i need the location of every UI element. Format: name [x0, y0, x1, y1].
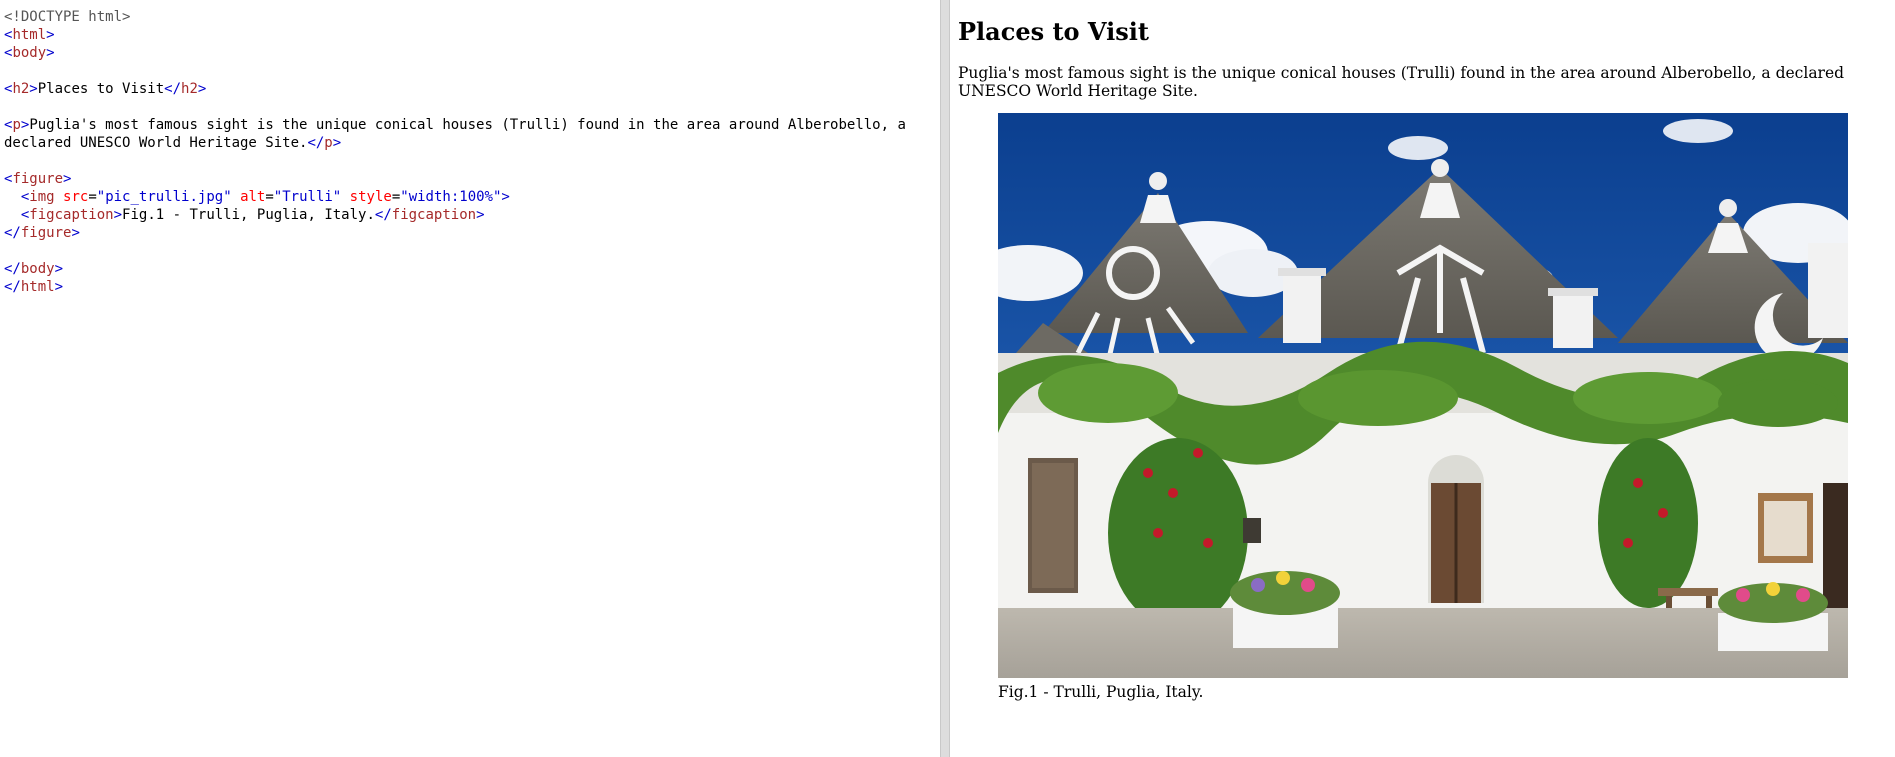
code-line: <h2>Places to Visit</h2>	[4, 80, 936, 98]
code-token-val: "Trulli"	[273, 189, 342, 205]
code-line: ​	[4, 62, 936, 80]
code-line: <figure>	[4, 170, 936, 188]
code-token-bracket: >	[54, 279, 64, 295]
code-token-tag: body	[20, 261, 55, 277]
panel-resize-handle[interactable]	[940, 0, 950, 757]
code-line: <img src="pic_trulli.jpg" alt="Trulli" s…	[4, 188, 936, 206]
code-line: <p>Puglia's most famous sight is the uni…	[4, 116, 936, 152]
code-token-bracket: >	[197, 81, 207, 97]
code-token-bracket: >	[501, 189, 510, 205]
code-line: <body>	[4, 44, 936, 62]
code-line: </body>	[4, 260, 936, 278]
code-line: ​	[4, 152, 936, 170]
code-token-bracket: >	[46, 45, 55, 61]
code-token-bracket: </	[307, 135, 325, 151]
code-token-tag: h2	[181, 81, 198, 97]
code-token-bracket: </	[4, 225, 21, 241]
code-token-bracket: </	[4, 279, 21, 295]
code-token-eq: =	[88, 189, 97, 205]
code-token-tag: body	[12, 45, 47, 61]
code-token-val: "width:100%"	[400, 189, 502, 205]
code-token-val: "pic_trulli.jpg"	[96, 189, 232, 205]
code-token-bracket: </	[374, 207, 392, 223]
code-token-bracket: >	[46, 27, 55, 43]
code-line: <html>	[4, 26, 936, 44]
code-token-bracket: >	[332, 135, 342, 151]
code-token-bracket: >	[71, 225, 80, 241]
code-token-bracket: >	[54, 261, 64, 277]
trulli-photo	[998, 113, 1848, 678]
code-token-attr: src	[63, 189, 89, 205]
code-line: ​	[4, 242, 936, 260]
code-token-text: Fig.1 - Trulli, Puglia, Italy.	[122, 207, 375, 223]
preview-paragraph: Puglia's most famous sight is the unique…	[958, 64, 1845, 100]
code-token-tag: figure	[12, 171, 64, 187]
code-line: </html>	[4, 278, 936, 296]
code-token-text: Places to Visit	[37, 81, 165, 97]
code-token-tag: h2	[12, 81, 30, 97]
code-token-tag: p	[324, 135, 333, 151]
code-token-eq: =	[265, 189, 274, 205]
code-token-tag: img	[29, 189, 55, 205]
code-line: <figcaption>Fig.1 - Trulli, Puglia, Ital…	[4, 206, 936, 224]
code-token-bracket: >	[113, 207, 123, 223]
code-token-tag: figure	[20, 225, 72, 241]
code-token-doctype: <!DOCTYPE html>	[4, 9, 131, 25]
code-token-tag: p	[12, 117, 21, 133]
preview-figure-caption: Fig.1 - Trulli, Puglia, Italy.	[998, 683, 1204, 701]
code-editor-text[interactable]: <!DOCTYPE html><html><body>​<h2>Places t…	[4, 8, 936, 296]
result-preview-panel: Places to Visit Puglia's most famous sig…	[950, 0, 1895, 757]
code-editor-panel[interactable]: <!DOCTYPE html><html><body>​<h2>Places t…	[0, 0, 940, 757]
code-token-bracket: >	[63, 171, 72, 187]
code-line: ​	[4, 98, 936, 116]
code-token-tag: figcaption	[29, 207, 114, 223]
code-token-attr: style	[349, 189, 392, 205]
code-token-eq: =	[391, 189, 401, 205]
code-token-bracket: </	[4, 261, 21, 277]
code-token-text: Puglia's most famous sight is the unique…	[4, 117, 915, 151]
code-token-tag: figcaption	[391, 207, 477, 223]
code-token-tag: html	[12, 27, 47, 43]
code-line: <!DOCTYPE html>	[4, 8, 936, 26]
code-token-bracket: >	[476, 207, 485, 223]
code-token-attr: alt	[240, 189, 266, 205]
code-line: </figure>	[4, 224, 936, 242]
preview-figure: Fig.1 - Trulli, Puglia, Italy.	[998, 113, 1848, 702]
preview-heading: Places to Visit	[958, 17, 1149, 46]
code-token-bracket: </	[164, 81, 182, 97]
code-token-bracket: >	[29, 81, 38, 97]
tryit-editor-app: <!DOCTYPE html><html><body>​<h2>Places t…	[0, 0, 1895, 757]
code-token-tag: html	[20, 279, 55, 295]
